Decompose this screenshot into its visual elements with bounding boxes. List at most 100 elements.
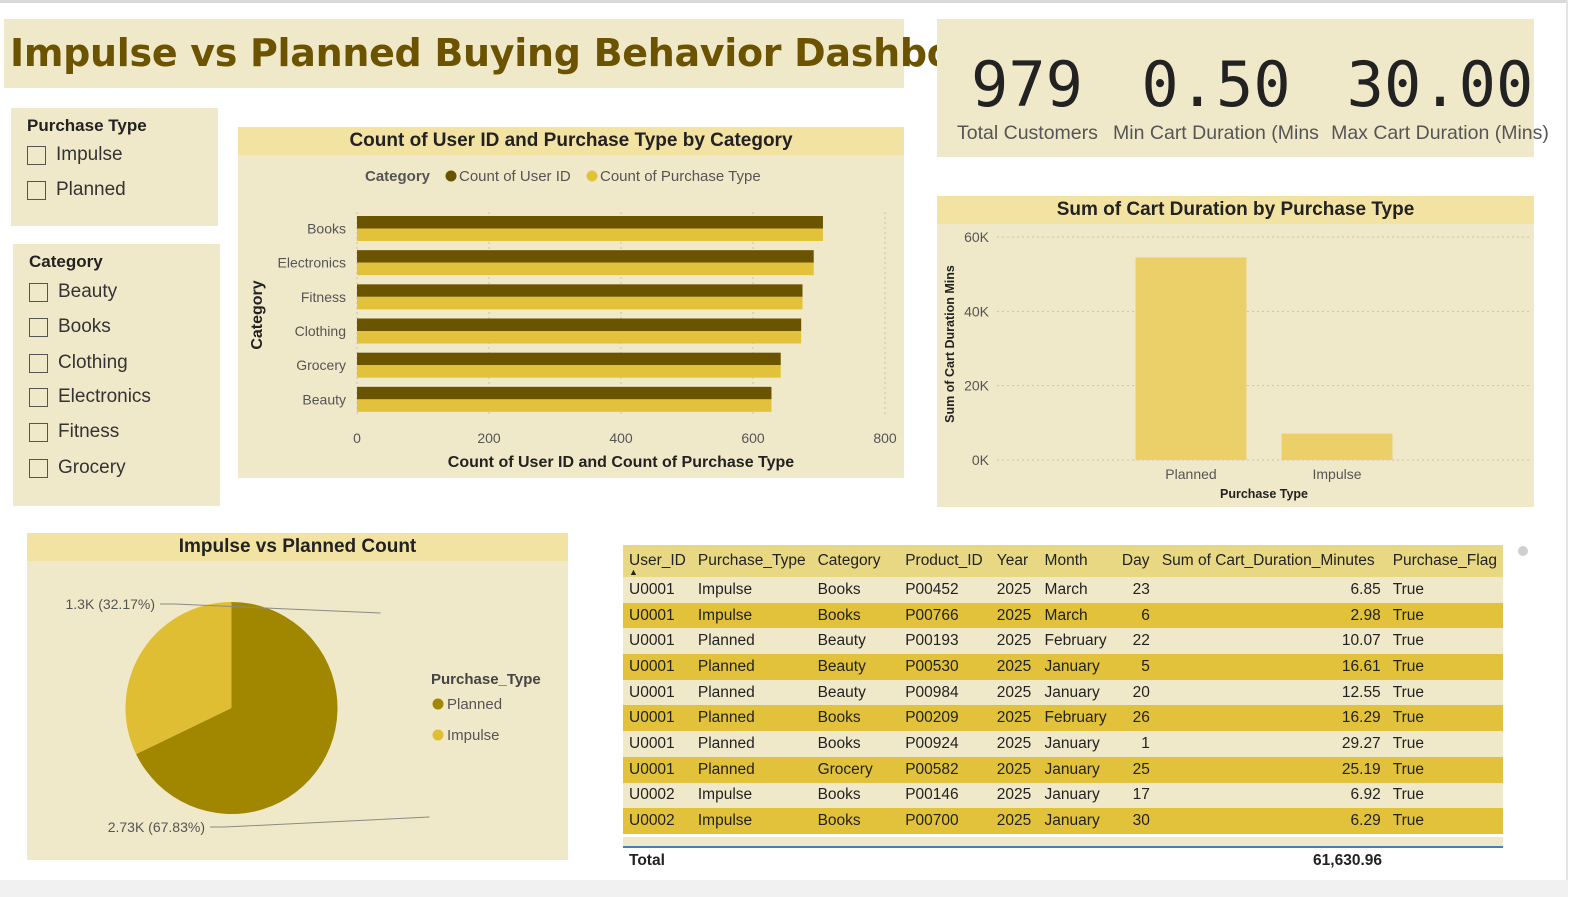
- checkbox-icon[interactable]: [29, 458, 48, 478]
- table-cell: 6.92: [1155, 782, 1387, 809]
- checkbox-icon[interactable]: [29, 317, 48, 337]
- slicer-item-electronics[interactable]: Electronics: [29, 386, 151, 408]
- table-cell: 23: [1115, 577, 1156, 603]
- bar-user-id-electronics[interactable]: [357, 250, 814, 263]
- legend-marker: [432, 698, 444, 710]
- table-cell: P00452: [899, 577, 991, 603]
- table-cell: Books: [811, 705, 900, 732]
- pie-chart-panel: Impulse vs Planned Count 2.73K (67.83%) 1…: [27, 533, 568, 860]
- column-header-day[interactable]: Day: [1115, 545, 1156, 577]
- legend-item[interactable]: Count of Purchase Type: [600, 168, 761, 185]
- category-bar-chart[interactable]: Category Count of User ID Count of Purchas…: [238, 127, 904, 478]
- bar-impulse[interactable]: [1281, 433, 1393, 460]
- slicer-item-clothing[interactable]: Clothing: [29, 352, 128, 374]
- column-header-category[interactable]: Category: [811, 545, 900, 577]
- dashboard-title: Impulse vs Planned Buying Behavior Dashb…: [10, 31, 1024, 75]
- table-cell: P00530: [899, 654, 991, 680]
- legend-item[interactable]: Impulse: [447, 727, 500, 744]
- table-cell: U0001: [623, 602, 692, 629]
- table-row[interactable]: U0001 Planned Beauty P00193 2025 February 22 10…: [623, 628, 1503, 655]
- legend-item[interactable]: Count of User ID: [459, 168, 571, 185]
- x-axis-label: Count of User ID and Count of Purchase T…: [448, 454, 794, 471]
- table-cell: True: [1386, 782, 1503, 809]
- table-cell: True: [1386, 602, 1503, 629]
- table-cell: U0001: [623, 756, 692, 783]
- bar-purchase-type-electronics[interactable]: [357, 262, 814, 276]
- table-cell: True: [1386, 731, 1503, 757]
- bar-user-id-books[interactable]: [357, 216, 823, 229]
- checkbox-icon[interactable]: [29, 282, 48, 302]
- slicer-item-impulse[interactable]: Impulse: [27, 144, 123, 166]
- column-header-month[interactable]: Month: [1038, 545, 1116, 577]
- table-cell: Books: [811, 782, 900, 809]
- checkbox-icon[interactable]: [29, 353, 48, 373]
- table-row[interactable]: U0001 Planned Grocery P00582 2025 January 25 25…: [623, 756, 1503, 783]
- cart-duration-chart[interactable]: 0K 20K 40K 60K Planned Impulse Purchase Type…: [937, 196, 1534, 507]
- slicer-item-fitness[interactable]: Fitness: [29, 421, 119, 443]
- column-header-purchase-type[interactable]: Purchase_Type: [691, 545, 812, 577]
- table-total-row: Total 61,630.96: [623, 846, 1503, 874]
- bar-planned[interactable]: [1135, 257, 1247, 460]
- x-axis-label: Purchase Type: [1220, 487, 1308, 501]
- table-cell: 16.61: [1155, 654, 1387, 680]
- y-tick-label: 40K: [964, 303, 990, 319]
- y-axis-label: Category: [249, 280, 266, 349]
- slicer-item-planned[interactable]: Planned: [27, 179, 126, 201]
- table-cell: Impulse: [691, 577, 812, 603]
- table-cell: February: [1038, 628, 1116, 655]
- table-cell: 2025: [990, 654, 1039, 680]
- kpi-label: Max Cart Duration (Mins): [1331, 122, 1549, 144]
- category-bar-chart-panel: Count of User ID and Purchase Type by Ca…: [238, 127, 904, 478]
- slicer-item-books[interactable]: Books: [29, 316, 111, 338]
- bar-purchase-type-clothing[interactable]: [357, 331, 802, 344]
- table-cell: P00924: [899, 731, 991, 757]
- x-tick-label: 800: [873, 430, 897, 446]
- checkbox-icon[interactable]: [29, 387, 48, 407]
- table-row[interactable]: U0001 Planned Books P00209 2025 February 26 16.…: [623, 705, 1503, 732]
- checkbox-icon[interactable]: [27, 145, 46, 165]
- column-header-cart-duration[interactable]: Sum of Cart_Duration_Minutes: [1155, 545, 1387, 577]
- table-row[interactable]: U0002 Impulse Books P00146 2025 January 17 6.92…: [623, 782, 1503, 809]
- pie-chart[interactable]: 2.73K (67.83%) 1.3K (32.17%) Purchase_Typ…: [27, 533, 568, 860]
- table-cell: Planned: [691, 679, 812, 706]
- bar-user-id-clothing[interactable]: [357, 318, 802, 332]
- column-header-product-id[interactable]: Product_ID: [899, 545, 991, 577]
- scroll-indicator[interactable]: [1518, 546, 1528, 556]
- bar-purchase-type-fitness[interactable]: [357, 296, 803, 310]
- bar-user-id-fitness[interactable]: [357, 284, 803, 297]
- table-cell: 29.27: [1155, 731, 1387, 757]
- table-cell: U0002: [623, 782, 692, 809]
- column-header-purchase-flag[interactable]: Purchase_Flag: [1386, 545, 1503, 577]
- table-cell: True: [1386, 705, 1503, 732]
- y-tick-label: 0K: [972, 452, 990, 468]
- table-row[interactable]: U0002 Impulse Books P00700 2025 January 30 6.29…: [623, 808, 1503, 834]
- checkbox-icon[interactable]: [27, 180, 46, 200]
- table-cell: 2025: [990, 731, 1039, 757]
- right-border: [1566, 0, 1568, 897]
- column-header-user-id[interactable]: User_ID ▲: [623, 545, 692, 577]
- table-row[interactable]: U0001 Planned Beauty P00530 2025 January 5 16.6…: [623, 654, 1503, 680]
- table-cell: 6.85: [1155, 577, 1387, 603]
- bar-purchase-type-grocery[interactable]: [357, 365, 781, 378]
- checkbox-icon[interactable]: [29, 422, 48, 442]
- table-row[interactable]: U0001 Planned Beauty P00984 2025 January 20 12.…: [623, 679, 1503, 706]
- table-cell: Planned: [691, 705, 812, 732]
- pie-leader-line: [210, 816, 430, 828]
- table-row[interactable]: U0001 Impulse Books P00452 2025 March 23 6.85 Tr…: [623, 577, 1503, 603]
- legend-item[interactable]: Planned: [447, 696, 502, 713]
- table-row[interactable]: U0001 Planned Books P00924 2025 January 1 29.27…: [623, 731, 1503, 757]
- bar-purchase-type-books[interactable]: [357, 228, 823, 242]
- table-cell: Books: [811, 577, 900, 603]
- category-tick-label: Books: [307, 221, 346, 237]
- slicer-item-grocery[interactable]: Grocery: [29, 457, 126, 479]
- table-row[interactable]: U0001 Impulse Books P00766 2025 March 6 2.98 Tru…: [623, 602, 1503, 629]
- bar-user-id-beauty[interactable]: [357, 386, 772, 400]
- bar-purchase-type-beauty[interactable]: [357, 399, 772, 412]
- column-header-year[interactable]: Year: [990, 545, 1039, 577]
- legend-title: Category: [365, 168, 431, 185]
- y-axis-label: Sum of Cart Duration Mins: [943, 265, 957, 423]
- bar-user-id-grocery[interactable]: [357, 352, 781, 366]
- category-slicer-title: Category: [29, 252, 103, 271]
- table-cell: 30: [1115, 808, 1156, 834]
- slicer-item-beauty[interactable]: Beauty: [29, 281, 117, 303]
